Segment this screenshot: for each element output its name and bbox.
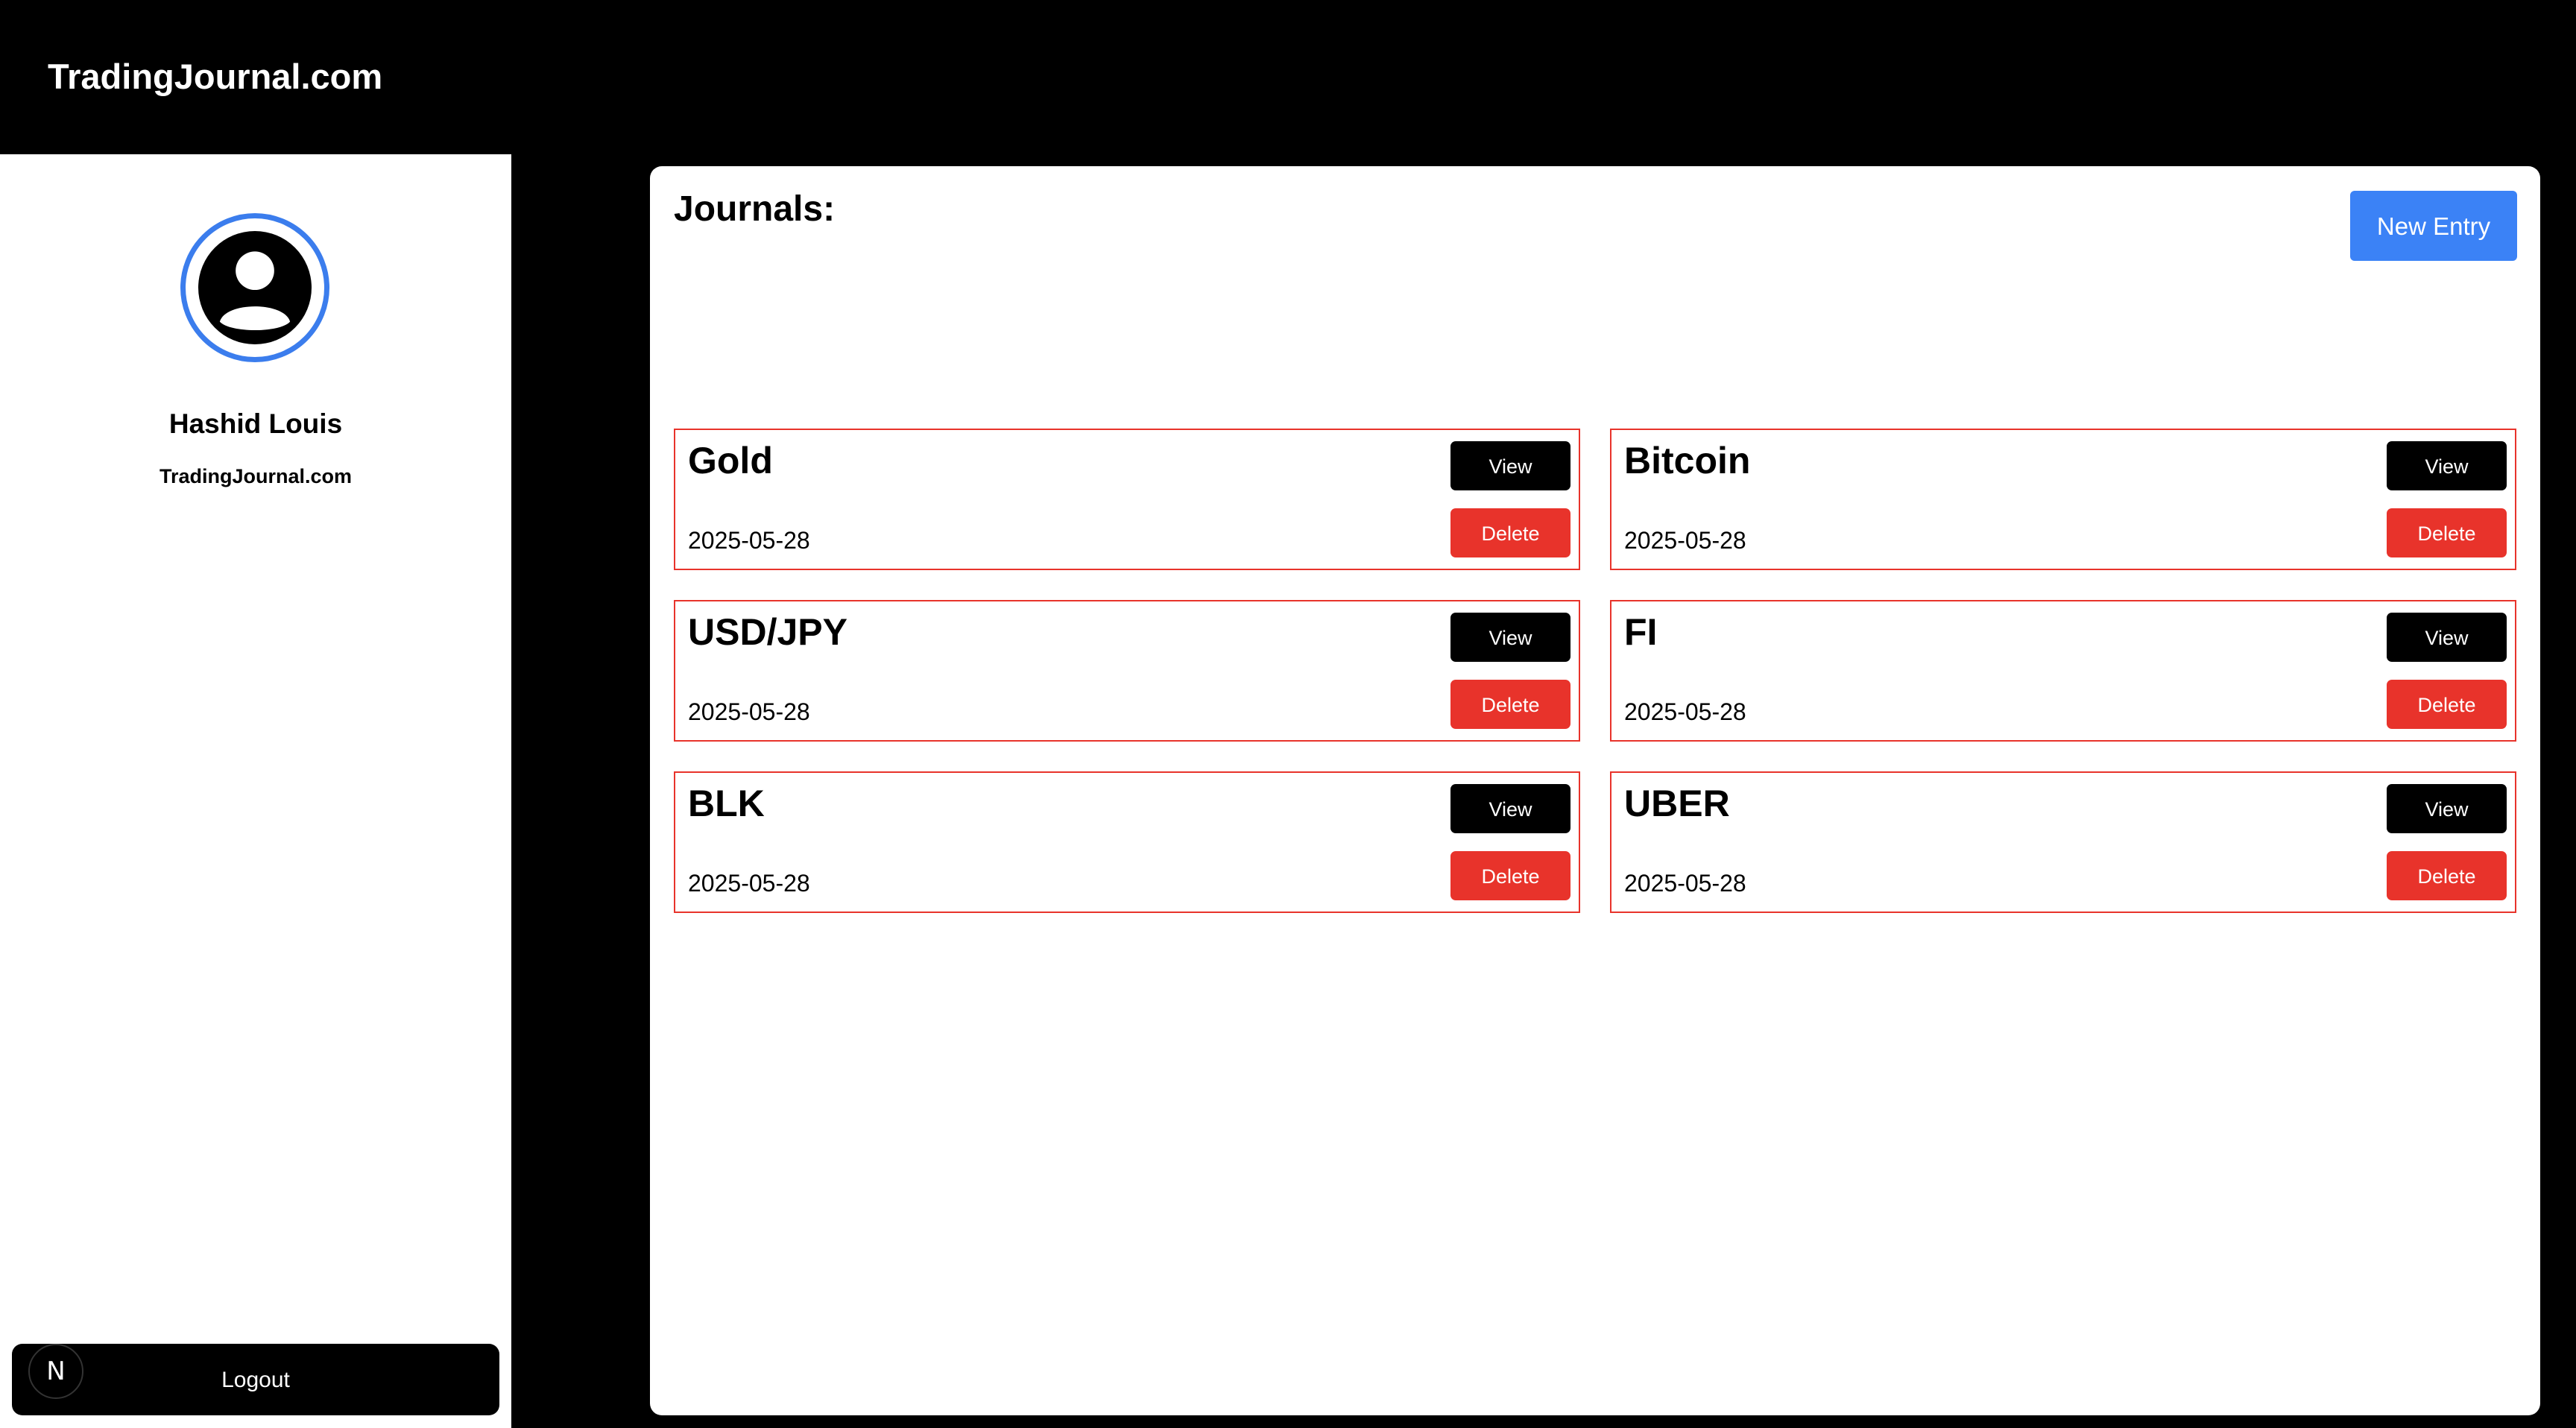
journal-date: 2025-05-28 <box>1624 527 1746 554</box>
journal-card: USD/JPY 2025-05-28 View Delete <box>674 600 1580 742</box>
journal-name: BLK <box>688 783 765 824</box>
journal-date: 2025-05-28 <box>688 870 810 897</box>
journal-name: Gold <box>688 440 773 481</box>
delete-button[interactable]: Delete <box>2387 851 2507 900</box>
journal-card: UBER 2025-05-28 View Delete <box>1610 771 2516 913</box>
journal-card: Gold 2025-05-28 View Delete <box>674 429 1580 570</box>
user-name: Hashid Louis <box>168 408 343 439</box>
journals-panel: Journals: New Entry Gold 2025-05-28 View… <box>650 166 2540 1415</box>
journal-date: 2025-05-28 <box>1624 698 1746 725</box>
user-circle-icon <box>198 231 312 344</box>
top-bar: TradingJournal.com <box>0 0 2576 154</box>
journal-name: FI <box>1624 611 1658 653</box>
delete-button[interactable]: Delete <box>2387 680 2507 729</box>
n-badge-icon[interactable]: N <box>28 1344 83 1399</box>
journal-card: FI 2025-05-28 View Delete <box>1610 600 2516 742</box>
delete-button[interactable]: Delete <box>1450 851 1570 900</box>
view-button[interactable]: View <box>1450 613 1570 662</box>
avatar <box>180 213 329 362</box>
delete-button[interactable]: Delete <box>1450 680 1570 729</box>
journal-date: 2025-05-28 <box>688 527 810 554</box>
user-site: TradingJournal.com <box>159 465 353 487</box>
journal-name: USD/JPY <box>688 611 847 653</box>
journal-card: Bitcoin 2025-05-28 View Delete <box>1610 429 2516 570</box>
journal-date: 2025-05-28 <box>688 698 810 725</box>
logout-button[interactable]: Logout <box>12 1344 499 1415</box>
view-button[interactable]: View <box>1450 441 1570 490</box>
view-button[interactable]: View <box>2387 441 2507 490</box>
journal-name: Bitcoin <box>1624 440 1751 481</box>
new-entry-button[interactable]: New Entry <box>2350 191 2517 261</box>
journal-name: UBER <box>1624 783 1730 824</box>
view-button[interactable]: View <box>1450 784 1570 833</box>
journal-card: BLK 2025-05-28 View Delete <box>674 771 1580 913</box>
view-button[interactable]: View <box>2387 784 2507 833</box>
journal-date: 2025-05-28 <box>1624 870 1746 897</box>
delete-button[interactable]: Delete <box>2387 508 2507 557</box>
delete-button[interactable]: Delete <box>1450 508 1570 557</box>
view-button[interactable]: View <box>2387 613 2507 662</box>
brand-title[interactable]: TradingJournal.com <box>48 52 382 101</box>
page-title: Journals: <box>674 189 836 229</box>
